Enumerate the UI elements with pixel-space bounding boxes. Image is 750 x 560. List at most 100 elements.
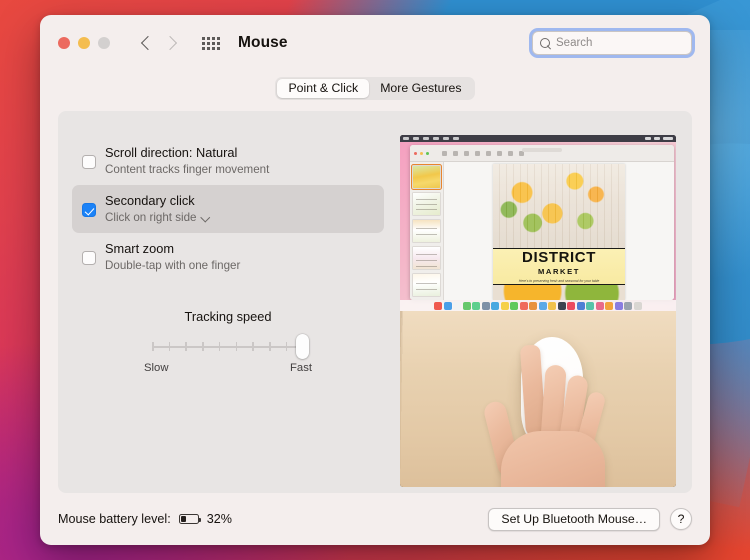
dock-icon [529,302,537,310]
content-panel: Scroll direction: Natural Content tracks… [58,111,692,493]
battery-percent: 32% [207,512,232,526]
option-text: Smart zoom Double-tap with one finger [105,240,240,273]
menubar-clock [663,137,673,139]
battery-fill [181,516,186,521]
preview-toolbar-buttons [442,151,524,156]
page-thumbnail [412,165,441,189]
menubar-item [443,137,449,139]
option-row-smart-zoom[interactable]: Smart zoom Double-tap with one finger [72,233,384,281]
slider-knob[interactable] [296,334,309,359]
slider-min-label: Slow [144,362,169,374]
battery-label: Mouse battery level: [58,512,171,526]
option-row-secondary-click[interactable]: Secondary click Click on right side [72,185,384,233]
option-subtitle[interactable]: Click on right side [105,210,210,225]
page-thumbnail [412,246,441,270]
checkbox-scroll-direction[interactable] [82,155,96,169]
poster-tagline: Here's to preserving fresh and seasonal … [519,279,600,283]
dock-icon [567,302,575,310]
menubar-status-items [645,137,673,139]
tracking-speed-label: Tracking speed [58,309,398,324]
options-list: Scroll direction: Natural Content tracks… [72,137,384,281]
option-title: Secondary click [105,192,210,209]
preview-poster: DISTRICT MARKET Here's to preserving fre… [493,164,625,300]
slider-max-label: Fast [290,362,312,374]
mouse-preferences-window: Mouse Search Point & Click More Gestures… [40,15,710,545]
slider-track[interactable] [152,346,304,348]
slider-tick [185,342,187,351]
tab-point-and-click[interactable]: Point & Click [277,79,369,98]
option-subtitle-text: Click on right side [105,210,197,225]
checkbox-smart-zoom[interactable] [82,251,96,265]
option-title: Smart zoom [105,240,240,257]
window-titlebar: Mouse Search [40,15,710,71]
dock-icon [510,302,518,310]
preview-dock [400,300,676,311]
option-subtitle-text: Double-tap with one finger [105,258,240,273]
dock-icon [615,302,623,310]
slider-tick [236,342,238,351]
traffic-lights [58,37,110,49]
dock-icon [577,302,585,310]
slider-tick [152,342,154,351]
option-text: Scroll direction: Natural Content tracks… [105,144,269,177]
tracking-speed-slider[interactable] [152,338,304,356]
tab-more-gestures[interactable]: More Gestures [369,79,472,98]
slider-tick [202,342,204,351]
toolbar-button [497,151,502,156]
navigation-arrows [142,34,176,52]
chevron-down-icon[interactable] [202,214,210,222]
close-button[interactable] [58,37,70,49]
search-input[interactable]: Search [532,31,692,55]
battery-icon [179,514,199,524]
poster-subtitle: MARKET [538,267,580,276]
option-row-scroll-direction[interactable]: Scroll direction: Natural Content tracks… [72,137,384,185]
page-thumbnail [412,219,441,243]
grid-apps-icon[interactable] [202,37,220,50]
preview-pages-toolbar [410,145,674,162]
window-bottom-bar: Mouse battery level: 32% Set Up Bluetoot… [40,493,710,545]
battery-status: Mouse battery level: 32% [58,512,232,526]
poster-photo [493,164,625,259]
poster-photo-bottom [493,285,625,300]
dock-icon [539,302,547,310]
preview-pages-body: DISTRICT MARKET Here's to preserving fre… [410,162,674,300]
toolbar-button [475,151,480,156]
menubar-status-item [654,137,660,139]
preview-screen-capture: DISTRICT MARKET Here's to preserving fre… [400,135,676,311]
checkbox-secondary-click[interactable] [82,203,96,217]
preview-zoom-button [426,152,429,155]
dock-icon [596,302,604,310]
slider-tick [269,342,271,351]
preview-column: DISTRICT MARKET Here's to preserving fre… [398,111,692,493]
poster-title-band: DISTRICT MARKET Here's to preserving fre… [493,248,625,285]
preview-page-canvas: DISTRICT MARKET Here's to preserving fre… [444,162,674,300]
minimize-button[interactable] [78,37,90,49]
poster-title: DISTRICT [522,250,596,265]
dock-icon [501,302,509,310]
option-subtitle-text: Content tracks finger movement [105,162,269,177]
page-thumbnail [412,273,441,297]
dock-icon [624,302,632,310]
option-title: Scroll direction: Natural [105,144,269,161]
slider-tick [286,342,288,351]
toolbar-button [508,151,513,156]
slider-tick [169,342,171,351]
dock-icon [634,302,642,310]
toolbar-button [486,151,491,156]
menubar-item [403,137,409,139]
dock-icon [463,302,471,310]
slider-tick [219,342,221,351]
dock-icon [548,302,556,310]
chevron-left-icon[interactable] [142,34,153,52]
slider-end-labels: Slow Fast [144,362,312,374]
zoom-button[interactable] [98,37,110,49]
preview-minimize-button [420,152,423,155]
help-button[interactable]: ? [670,508,692,530]
toolbar-button [442,151,447,156]
mouse-demo-preview[interactable]: DISTRICT MARKET Here's to preserving fre… [400,135,676,487]
option-text: Secondary click Click on right side [105,192,210,225]
setup-bluetooth-mouse-button[interactable]: Set Up Bluetooth Mouse… [488,508,660,531]
preview-pages-window: DISTRICT MARKET Here's to preserving fre… [410,145,674,300]
dock-icon [482,302,490,310]
preview-hand-photo [400,311,676,487]
